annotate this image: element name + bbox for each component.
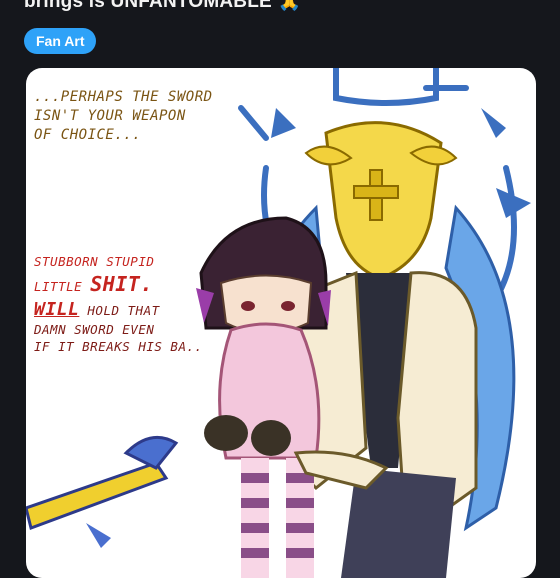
caption-red-line-2: LITTLE SHIT. — [34, 271, 203, 298]
caption-top-line-3: OF CHOICE... — [34, 126, 142, 143]
post-image[interactable]: ...PERHAPS THE SWORD ISN'T YOUR WEAPON O… — [26, 68, 536, 578]
eye-left — [241, 301, 255, 311]
caption-red-line-3: WILL HOLD THAT — [34, 298, 203, 322]
caption-red-line-2-pre: LITTLE — [34, 278, 83, 294]
caption-red-line-5: IF IT BREAKS HIS BA.. — [34, 339, 203, 355]
eye-right — [281, 301, 295, 311]
folded-hands-icon: 🙏 — [277, 0, 302, 12]
caption-red: STUBBORN STUPID LITTLE SHIT. WILL HOLD T… — [34, 254, 203, 356]
caption-red-line-1: STUBBORN STUPID — [34, 254, 155, 269]
flair-label: Fan Art — [36, 33, 85, 49]
caption-top-line-1: ...PERHAPS THE SWORD — [34, 89, 213, 105]
post-title: brings is UNFANTOMABLE 🙏 — [24, 0, 302, 13]
caption-red-line-3-underlined: WILL — [34, 298, 80, 320]
caption-red-line-4: DAMN SWORD EVEN — [34, 322, 155, 338]
glove-right — [251, 420, 291, 456]
flair-fan-art[interactable]: Fan Art — [24, 28, 97, 54]
striped-stockings — [241, 458, 314, 578]
caption-top-line-2: ISN'T YOUR WEAPON — [34, 107, 186, 124]
caption-top: ...PERHAPS THE SWORD ISN'T YOUR WEAPON O… — [34, 88, 213, 145]
post-title-text: brings is UNFANTOMABLE — [24, 0, 272, 12]
sword — [26, 435, 179, 548]
caption-red-line-2-big: SHIT. — [90, 271, 153, 296]
gold-mask — [324, 121, 443, 280]
caption-red-line-3-rest: HOLD THAT — [87, 302, 160, 318]
glove-left — [204, 415, 248, 451]
